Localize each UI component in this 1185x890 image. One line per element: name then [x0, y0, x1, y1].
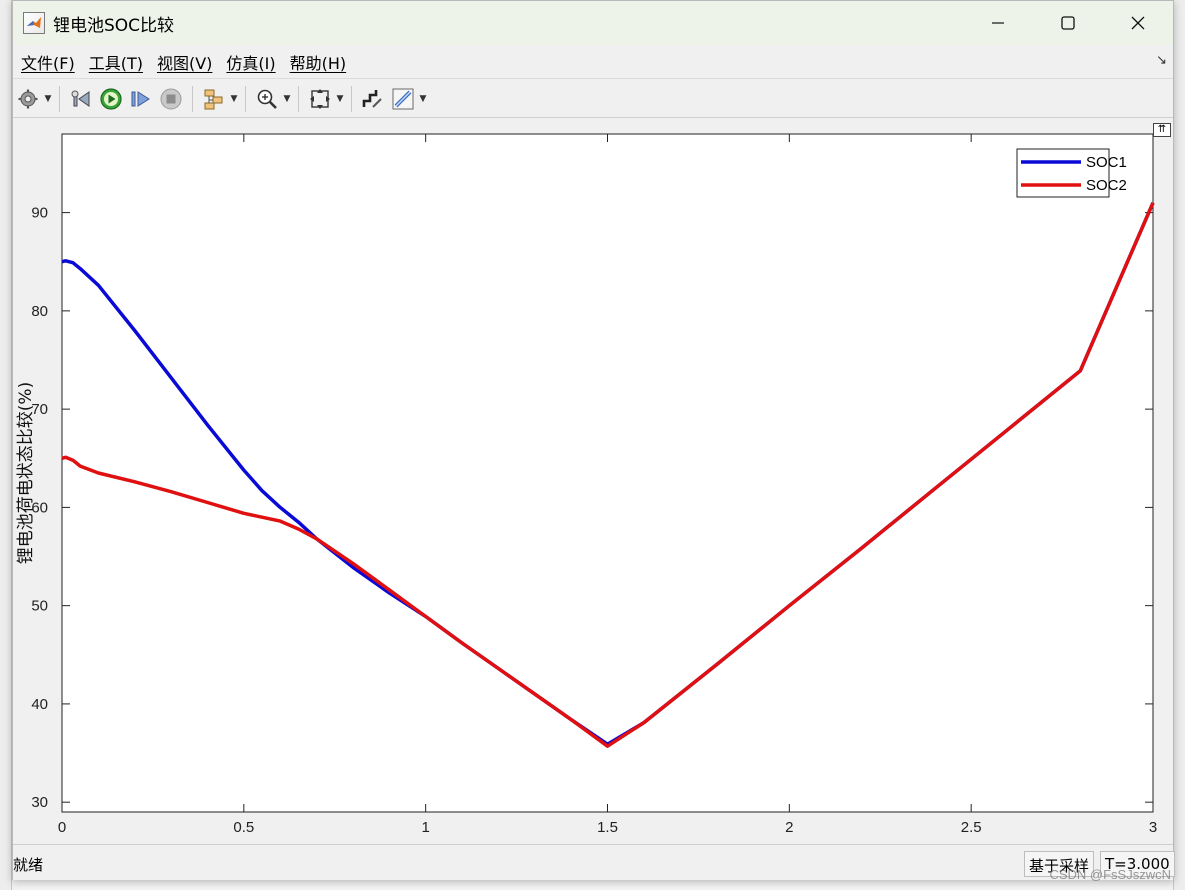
close-icon — [1131, 16, 1145, 30]
toolbar-separator — [298, 85, 299, 112]
toolbar-separator — [192, 85, 193, 112]
window-title: 锂电池SOC比较 — [53, 15, 175, 36]
menu-help[interactable]: 帮助(H) — [290, 50, 347, 74]
menu-tools[interactable]: 工具(T) — [89, 50, 143, 74]
watermark: CSDN @FsSJszwcN — [1049, 867, 1171, 882]
status-text: 就绪 — [13, 856, 44, 874]
fit-view-icon — [310, 88, 330, 109]
minimize-button[interactable] — [963, 1, 1033, 45]
signal-dropdown-arrow[interactable]: ▼ — [229, 94, 239, 104]
matlab-logo-icon — [23, 12, 45, 34]
y-tick-label: 90 — [31, 205, 48, 222]
legend-label-soc2: SOC2 — [1086, 177, 1127, 194]
y-tick-label: 30 — [31, 794, 48, 811]
zoom-icon — [257, 89, 277, 109]
step-forward-button[interactable] — [126, 84, 156, 114]
zoom-button[interactable] — [252, 84, 282, 114]
stop-icon — [160, 88, 182, 109]
maximize-icon — [1061, 16, 1075, 30]
dock-arrow-icon[interactable]: ↘ — [1156, 53, 1167, 68]
toolbar-separator — [59, 85, 60, 112]
x-tick-label: 1 — [421, 819, 429, 836]
fit-view-dropdown-arrow[interactable]: ▼ — [335, 94, 345, 104]
window-controls — [963, 1, 1173, 45]
undock-plot-icon[interactable]: ⇈ — [1153, 123, 1171, 137]
close-button[interactable] — [1103, 1, 1173, 45]
x-tick-label: 3 — [1149, 819, 1157, 836]
style-button[interactable] — [358, 84, 388, 114]
gear-icon — [18, 89, 38, 108]
step-forward-icon — [131, 90, 150, 107]
y-axis-label: 锂电池荷电状态比较(%) — [16, 382, 36, 564]
status-bar: 就绪 基于采样 T=3.000 — [13, 844, 1175, 880]
signal-select-icon — [204, 89, 223, 109]
title-bar: 锂电池SOC比较 — [13, 1, 1173, 45]
measure-icon — [392, 88, 414, 109]
menu-view[interactable]: 视图(V) — [157, 50, 212, 74]
scope-window: 锂电池SOC比较 文件(F) 工具(T) 视图(V) 仿真(I) 帮助(H) ↘ — [12, 0, 1175, 880]
style-icon — [362, 89, 382, 108]
fit-view-button[interactable] — [305, 84, 335, 114]
settings-dropdown-arrow[interactable]: ▼ — [43, 94, 53, 104]
menu-simulation[interactable]: 仿真(I) — [226, 50, 275, 74]
x-tick-label: 0.5 — [233, 819, 254, 836]
run-icon — [100, 87, 122, 110]
settings-button[interactable] — [13, 84, 43, 114]
maximize-button[interactable] — [1033, 1, 1103, 45]
signal-select-button[interactable] — [199, 84, 229, 114]
minimize-icon — [992, 22, 1004, 24]
y-tick-label: 50 — [31, 598, 48, 615]
measure-button[interactable] — [388, 84, 418, 114]
x-tick-label: 2.5 — [961, 819, 982, 836]
axes-box — [61, 133, 1154, 813]
step-back-button[interactable] — [66, 84, 96, 114]
measure-dropdown-arrow[interactable]: ▼ — [418, 94, 428, 104]
soc-chart: 0 0.5 1 1.5 2 2.5 330405060708090 锂电池荷电状态比较(%)… — [16, 133, 1157, 836]
toolbar-separator — [245, 85, 246, 112]
x-tick-label: 0 — [58, 819, 66, 836]
y-tick-label: 80 — [31, 303, 48, 320]
x-tick-label: 2 — [785, 819, 793, 836]
toolbar-separator — [351, 85, 352, 112]
y-tick-label: 40 — [31, 696, 48, 713]
toolbar: ▼ ▼ ▼ ▼ ▼ — [13, 80, 1173, 118]
plot-area: 0 0.5 1 1.5 2 2.5 3 30 40 50 60 70 80 90 锂电池荷电状态比较(%)… — [13, 119, 1173, 843]
x-tick-label: 1.5 — [597, 819, 618, 836]
menu-file[interactable]: 文件(F) — [21, 50, 75, 74]
stop-button[interactable] — [156, 84, 186, 114]
menu-bar: 文件(F) 工具(T) 视图(V) 仿真(I) 帮助(H) — [13, 45, 1173, 79]
background-window-right — [1173, 0, 1185, 890]
zoom-dropdown-arrow[interactable]: ▼ — [282, 94, 292, 104]
legend-label-soc1: SOC1 — [1086, 154, 1127, 171]
step-back-icon — [71, 90, 90, 107]
run-button[interactable] — [96, 84, 126, 114]
background-window-left — [0, 0, 12, 890]
